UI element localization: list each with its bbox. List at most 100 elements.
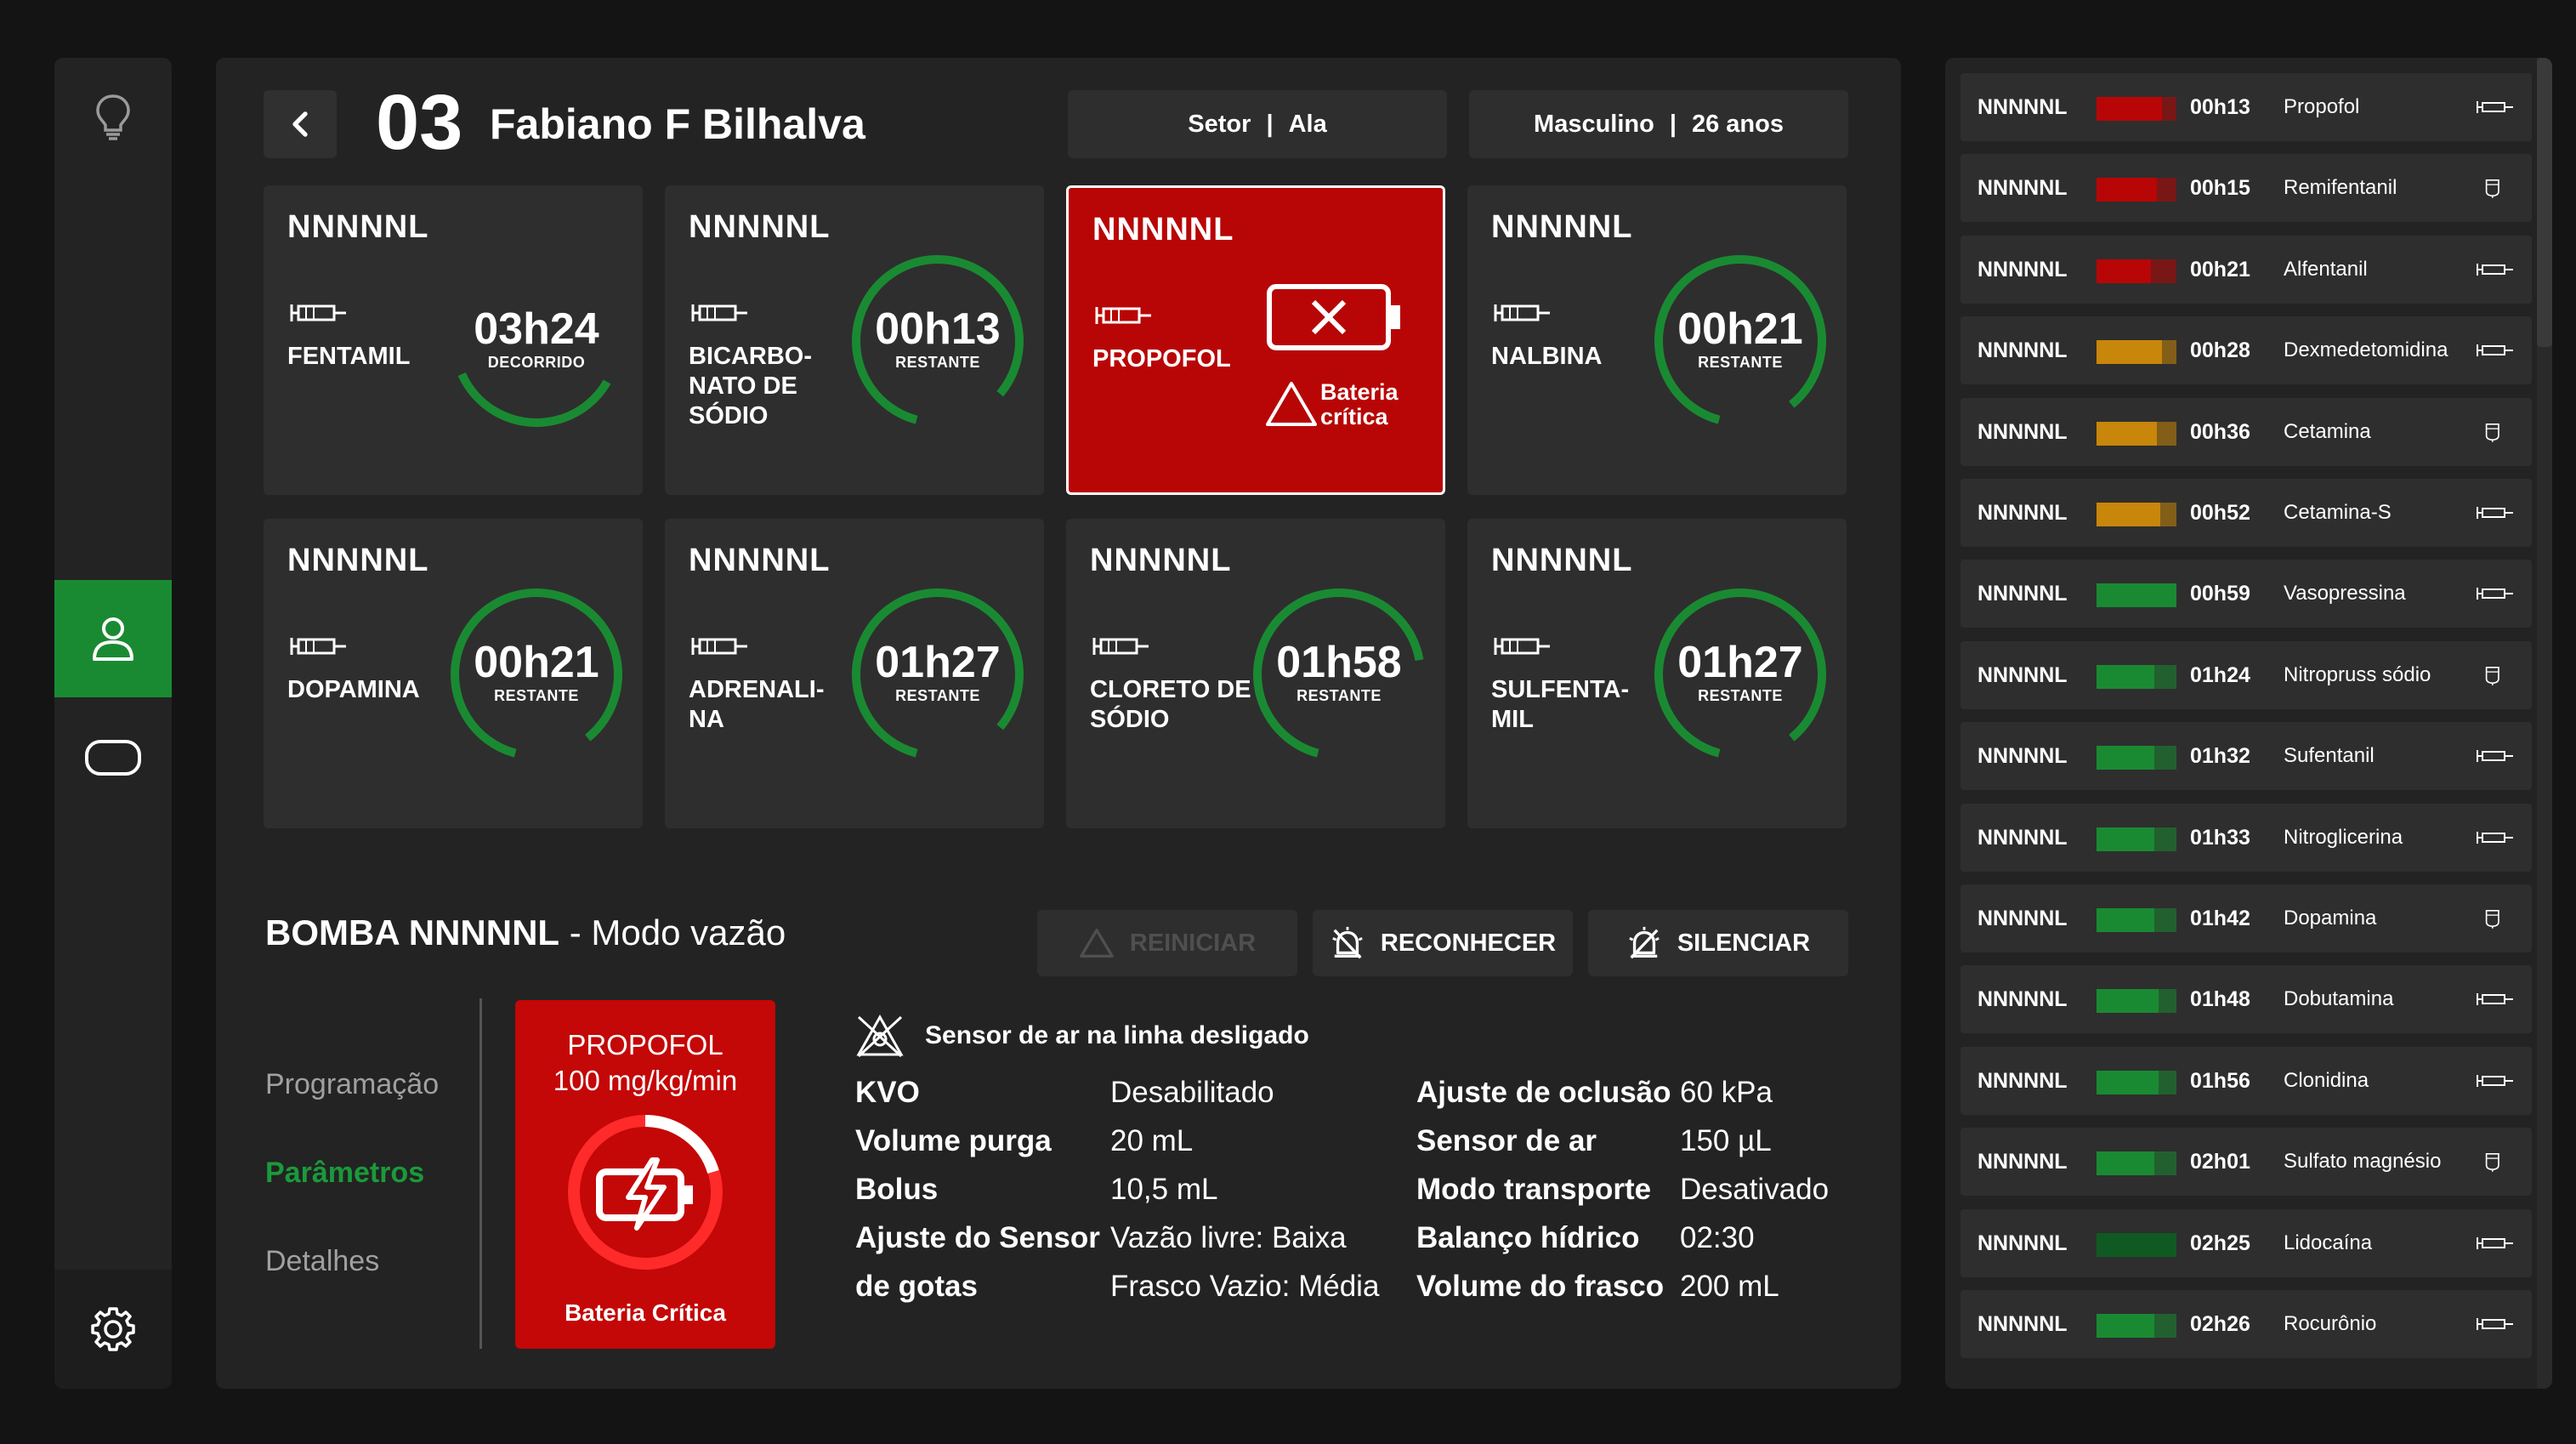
list-item[interactable]: NNNNNL 01h42 Dopamina [1960, 884, 2532, 952]
syringe-icon [2477, 1318, 2513, 1330]
pump-card[interactable]: NNNNNL PROPOFOL Bateria crítica [1066, 185, 1445, 495]
list-code: NNNNNL [1977, 95, 2068, 119]
syringe-icon [2477, 1074, 2513, 1087]
list-item[interactable]: NNNNNL 00h13 Propofol [1960, 73, 2532, 141]
level-rest [2154, 746, 2176, 770]
list-code: NNNNNL [1977, 501, 2068, 525]
param-key: Volume do frasco [1416, 1270, 1665, 1303]
drug-name: FENTAMIL [287, 343, 411, 370]
pump-card[interactable]: NNNNNL FENTAMIL 03h24 DECORRIDO [264, 185, 643, 495]
nav-details[interactable]: Detalhes [265, 1245, 379, 1278]
param-value: 10,5 mL [1110, 1173, 1218, 1206]
pump-card[interactable]: NNNNNL CLORETO DE SÓDIO 01h58 RESTANTE [1066, 519, 1445, 828]
tips-button[interactable] [54, 58, 172, 175]
syringe-icon [2477, 831, 2513, 844]
list-item[interactable]: NNNNNL 00h21 Alfentanil [1960, 235, 2532, 304]
nav-parameters[interactable]: Parâmetros [265, 1157, 424, 1190]
time-label: RESTANTE [895, 687, 980, 704]
list-item[interactable]: NNNNNL 00h59 Vasopressina [1960, 560, 2532, 628]
sex-age-box: Masculino | 26 anos [1469, 90, 1848, 158]
list-item[interactable]: NNNNNL 01h48 Dobutamina [1960, 965, 2532, 1034]
time-ring: 03h24 DECORRIDO [444, 248, 629, 434]
pump-card[interactable]: NNNNNL DOPAMINA 00h21 RESTANTE [264, 519, 643, 828]
time-value: 01h27 [875, 638, 1001, 687]
syringe-icon [2477, 993, 2513, 1006]
restart-button[interactable]: REINICIAR [1037, 910, 1297, 976]
list-drug: Propofol [2284, 95, 2360, 118]
patient-button[interactable] [54, 580, 172, 697]
list-time: 01h42 [2190, 907, 2250, 930]
air-sensor-off-icon [856, 1014, 904, 1058]
time-label: RESTANTE [1297, 687, 1382, 704]
level-bar [2097, 664, 2176, 689]
pump-card[interactable]: NNNNNL NALBINA 00h21 RESTANTE [1467, 185, 1847, 495]
sector-ward-box[interactable]: Setor | Ala [1068, 90, 1447, 158]
level-bar [2097, 503, 2176, 526]
level-rest [2151, 259, 2176, 283]
list-item[interactable]: NNNNNL 00h52 Cetamina-S [1960, 479, 2532, 547]
settings-button[interactable] [54, 1270, 172, 1389]
syringe-icon [1092, 638, 1149, 655]
level-rest [2154, 1151, 2176, 1176]
battery-critical-icon [568, 1115, 723, 1270]
list-item[interactable]: NNNNNL 02h26 Rocurônio [1960, 1290, 2532, 1358]
level-rest [2159, 989, 2176, 1014]
level-rest [2157, 178, 2176, 202]
list-drug: Cetamina [2284, 419, 2371, 443]
drug-name: ADRENALI-NA [689, 676, 825, 733]
list-code: NNNNNL [1977, 257, 2068, 281]
list-drug: Remifentanil [2284, 176, 2397, 200]
list-item[interactable]: NNNNNL 01h33 Nitroglicerina [1960, 803, 2532, 872]
bag-icon [2485, 179, 2499, 199]
time-value: 01h58 [1276, 638, 1402, 687]
list-item[interactable]: NNNNNL 01h56 Clonidina [1960, 1046, 2532, 1115]
syringe-icon [1494, 638, 1550, 655]
level-fill [2097, 989, 2159, 1014]
syringe-icon [1095, 307, 1151, 324]
level-fill [2097, 503, 2160, 526]
level-fill [2097, 1314, 2154, 1338]
pump-card[interactable]: NNNNNL SULFENTA-MIL 01h27 RESTANTE [1467, 519, 1847, 828]
main-panel: 03 Fabiano F Bilhalva Setor | Ala Mascul… [216, 58, 1901, 1389]
list-drug: Cetamina-S [2284, 501, 2392, 524]
list-item[interactable]: NNNNNL 00h36 Cetamina [1960, 397, 2532, 466]
list-drug: Rocurônio [2284, 1312, 2377, 1335]
list-item[interactable]: NNNNNL 00h15 Remifentanil [1960, 154, 2532, 223]
syringe-icon [290, 304, 346, 321]
list-item[interactable]: NNNNNL 00h28 Dexmedetomidina [1960, 316, 2532, 385]
time-ring: 01h58 RESTANTE [1246, 582, 1432, 767]
battery-empty-icon [1267, 284, 1400, 350]
level-bar [2097, 746, 2176, 770]
nav-programming[interactable]: Programação [265, 1068, 439, 1101]
silence-button[interactable]: SILENCIAR [1588, 910, 1848, 976]
list-scrollbar[interactable] [2537, 58, 2552, 1389]
acknowledge-button[interactable]: RECONHECER [1313, 910, 1573, 976]
battery-alarm-tile: PROPOFOL 100 mg/kg/min Bateria Crítica [515, 1000, 775, 1349]
alarm-bell-off-icon [1332, 926, 1363, 959]
back-button[interactable] [264, 90, 337, 158]
pump-code: NNNNNL [1092, 212, 1234, 247]
list-item[interactable]: NNNNNL 01h32 Sufentanil [1960, 722, 2532, 791]
list-time: 00h52 [2190, 501, 2250, 525]
level-bar [2097, 1314, 2176, 1338]
pump-code: NNNNNL [689, 209, 831, 245]
level-bar [2097, 421, 2176, 446]
nav-divider [479, 998, 482, 1349]
pump-card[interactable]: NNNNNL ADRENALI-NA 01h27 RESTANTE [665, 519, 1044, 828]
sex-label: Masculino [1534, 110, 1654, 138]
list-time: 00h59 [2190, 582, 2250, 606]
list-time: 01h32 [2190, 744, 2250, 769]
list-scrollbar-thumb[interactable] [2537, 58, 2552, 347]
syringe-icon [1494, 304, 1550, 321]
drug-name: BICARBO-NATO DE SÓDIO [689, 343, 812, 429]
list-item[interactable]: NNNNNL 02h01 Sulfato magnésio [1960, 1128, 2532, 1197]
pump-card[interactable]: NNNNNL BICARBO-NATO DE SÓDIO 00h13 RESTA… [665, 185, 1044, 495]
time-value: 01h27 [1677, 638, 1803, 687]
list-time: 02h26 [2190, 1312, 2250, 1336]
devices-button[interactable] [54, 699, 172, 816]
bed-number: 03 [376, 79, 463, 166]
list-item[interactable]: NNNNNL 02h25 Lidocaína [1960, 1208, 2532, 1277]
list-time: 00h13 [2190, 95, 2250, 119]
list-item[interactable]: NNNNNL 01h24 Nitropruss sódio [1960, 640, 2532, 709]
level-bar [2097, 178, 2176, 202]
